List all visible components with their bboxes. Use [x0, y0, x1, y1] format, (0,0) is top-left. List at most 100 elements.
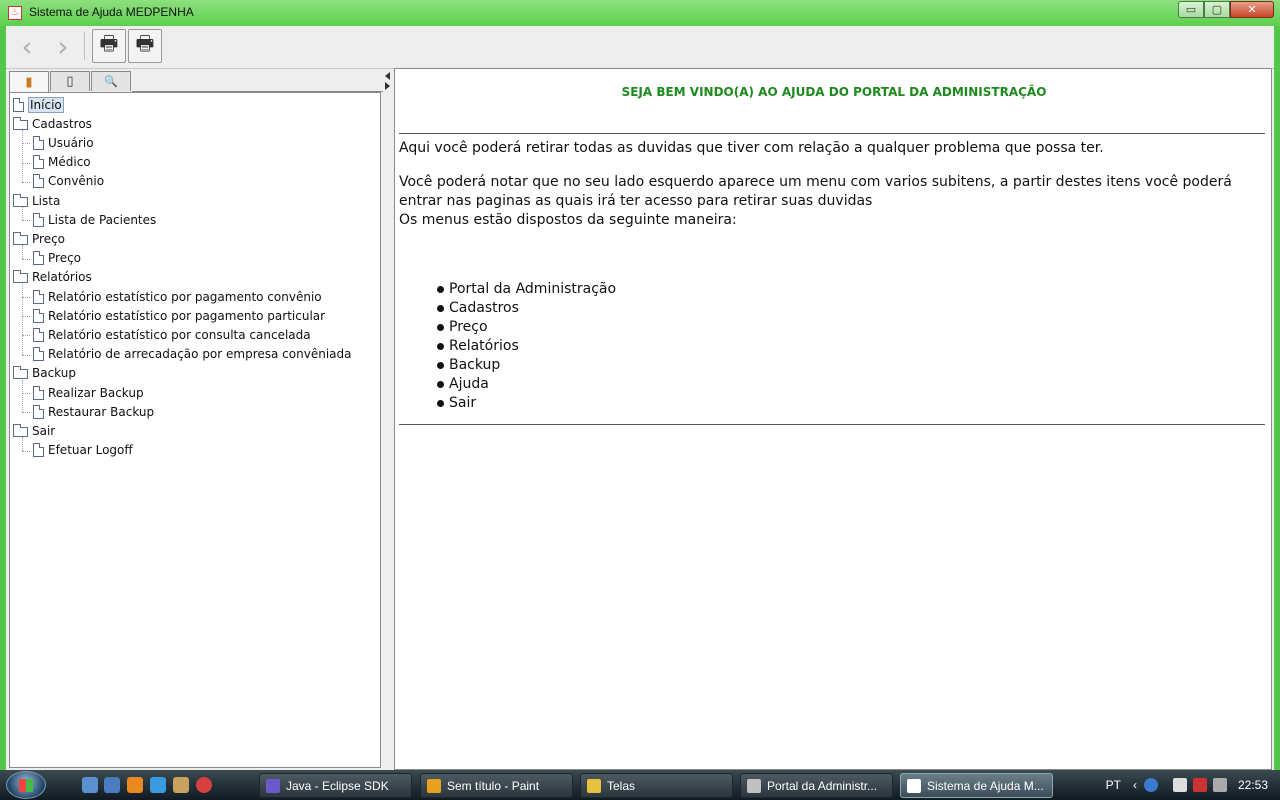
show-desktop-icon[interactable] [82, 777, 98, 793]
taskbar-button-label: Telas [607, 778, 636, 793]
tree-item[interactable]: Relatório estatístico por consulta cance… [33, 325, 311, 344]
tree-folder[interactable]: Lista [13, 191, 60, 210]
tree-folder[interactable]: Cadastros [13, 114, 92, 133]
app-icon [587, 778, 601, 793]
tree-folder[interactable]: Sair [13, 421, 55, 440]
tab-index[interactable]: ▯ [50, 71, 90, 91]
tree-connector [22, 316, 30, 318]
forward-button[interactable]: › [46, 29, 80, 63]
tree-item[interactable]: Início [13, 95, 64, 114]
menu-list-item: Relatórios [437, 336, 616, 355]
document-icon [33, 347, 44, 362]
tree-item[interactable]: Relatório estatístico por pagamento part… [33, 306, 325, 325]
taskbar-button[interactable]: Portal da Administr... [740, 773, 893, 798]
window-title: Sistema de Ajuda MEDPENHA [29, 5, 194, 19]
clock[interactable]: 22:53 [1238, 778, 1268, 792]
folder-icon [13, 366, 28, 380]
help-contents-tree[interactable]: Início Cadastros Usuário Médico Convênio List… [9, 92, 381, 768]
document-icon [33, 174, 44, 189]
toolbar: ‹ › 🖶 🖶 [6, 26, 1274, 69]
tree-connector [22, 412, 30, 414]
close-button[interactable]: ✕ [1230, 1, 1274, 18]
tree-item[interactable]: Relatório de arrecadação por empresa con… [33, 345, 351, 364]
tree-item[interactable]: Médico [33, 153, 91, 172]
tree-item-label: Convênio [48, 174, 105, 189]
tree-item-label: Usuário [48, 135, 94, 150]
taskbar-button[interactable]: Sem título - Paint [420, 773, 573, 798]
document-icon [33, 443, 44, 458]
safely-remove-icon[interactable] [1172, 778, 1187, 792]
menu-list-item: Ajuda [437, 374, 616, 393]
document-icon [33, 289, 44, 304]
tree-folder[interactable]: Preço [13, 229, 65, 248]
split-pane-divider[interactable] [384, 70, 392, 770]
bullet-icon [437, 324, 444, 331]
print-button[interactable]: 🖶 [92, 29, 126, 63]
menu-list-item: Cadastros [437, 298, 616, 317]
bullet-icon [437, 305, 444, 312]
start-button[interactable] [6, 771, 46, 799]
collapse-right-icon[interactable] [385, 82, 390, 90]
window-controls: ▭ ▢ ✕ [1178, 1, 1274, 19]
menu-note-line-1: Você poderá notar que no seu lado esquer… [399, 174, 1232, 190]
back-button[interactable]: ‹ [10, 29, 44, 63]
app-icon [747, 778, 761, 793]
menu-list-item: Sair [437, 393, 616, 412]
tree-item-label: Cadastros [32, 116, 92, 131]
menu-list-item: Preço [437, 317, 616, 336]
tree-item-label: Relatório de arrecadação por empresa con… [48, 347, 352, 362]
title-bar[interactable]: ♨ Sistema de Ajuda MEDPENHA ▭ ▢ ✕ [0, 0, 1280, 26]
bullet-icon [437, 400, 444, 407]
window-client: ‹ › 🖶 🖶 ▮ ▯ 🔍 Início Cadastros Usuário Médi… [6, 26, 1274, 770]
tree-item[interactable]: Efetuar Logoff [33, 441, 133, 460]
media-player-icon[interactable] [127, 777, 143, 793]
volume-icon[interactable] [1212, 778, 1227, 792]
opera-icon[interactable] [196, 777, 212, 793]
menu-list: Portal da Administração Cadastros Preço Rel… [437, 279, 616, 412]
folder-icon [13, 116, 28, 130]
tree-item-label: Preço [48, 251, 82, 266]
chevron-left-icon[interactable]: ‹ [1133, 778, 1137, 792]
tab-contents[interactable]: ▮ [9, 71, 49, 92]
menu-list-item-label: Cadastros [449, 299, 519, 316]
page-setup-button[interactable]: 🖶 [128, 29, 162, 63]
tree-item[interactable]: Restaurar Backup [33, 402, 154, 421]
internet-explorer-icon[interactable] [150, 777, 166, 793]
taskbar-button[interactable]: Java - Eclipse SDK [259, 773, 412, 798]
taskbar-button[interactable]: Telas [580, 773, 733, 798]
app-icon [427, 778, 441, 793]
document-icon [33, 308, 44, 323]
collapse-left-icon[interactable] [385, 72, 390, 80]
tab-search[interactable]: 🔍 [91, 71, 131, 91]
tree-connector [22, 220, 30, 222]
tree-item-label: Médico [48, 155, 91, 170]
menu-list-item-label: Portal da Administração [449, 280, 617, 297]
tree-item[interactable]: Preço [33, 249, 81, 268]
tree-item-label: Preço [32, 231, 66, 246]
maximize-button[interactable]: ▢ [1204, 1, 1230, 18]
document-icon [33, 155, 44, 170]
switch-windows-icon[interactable] [104, 777, 120, 793]
tree-item[interactable]: Convênio [33, 172, 104, 191]
search-icon: 🔍 [104, 75, 118, 88]
tree-item[interactable]: Usuário [33, 133, 94, 152]
intro-paragraph: Aqui você poderá retirar todas as duvida… [399, 140, 1104, 156]
index-icon: ▯ [66, 74, 74, 89]
taskbar-button[interactable]: Sistema de Ajuda M... [900, 773, 1053, 798]
document-icon [33, 404, 44, 419]
taskbar-button-label: Sistema de Ajuda M... [927, 778, 1044, 793]
bullet-icon [437, 381, 444, 388]
welcome-heading: SEJA BEM VINDO(A) AO AJUDA DO PORTAL DA … [621, 85, 1047, 99]
tree-item-label: Efetuar Logoff [48, 443, 133, 458]
network-icon[interactable] [1192, 778, 1207, 792]
tray-app-icon[interactable] [1143, 778, 1158, 792]
tree-item[interactable]: Relatório estatístico por pagamento conv… [33, 287, 322, 306]
tree-item[interactable]: Realizar Backup [33, 383, 144, 402]
taskbar-button-label: Sem título - Paint [447, 778, 540, 793]
app-shortcut-icon[interactable] [173, 777, 189, 793]
language-indicator[interactable]: PT [1106, 778, 1121, 792]
minimize-button[interactable]: ▭ [1178, 1, 1204, 18]
tree-connector [22, 245, 23, 259]
tree-item[interactable]: Lista de Pacientes [33, 210, 156, 229]
tree-folder[interactable]: Relatórios [13, 268, 92, 287]
